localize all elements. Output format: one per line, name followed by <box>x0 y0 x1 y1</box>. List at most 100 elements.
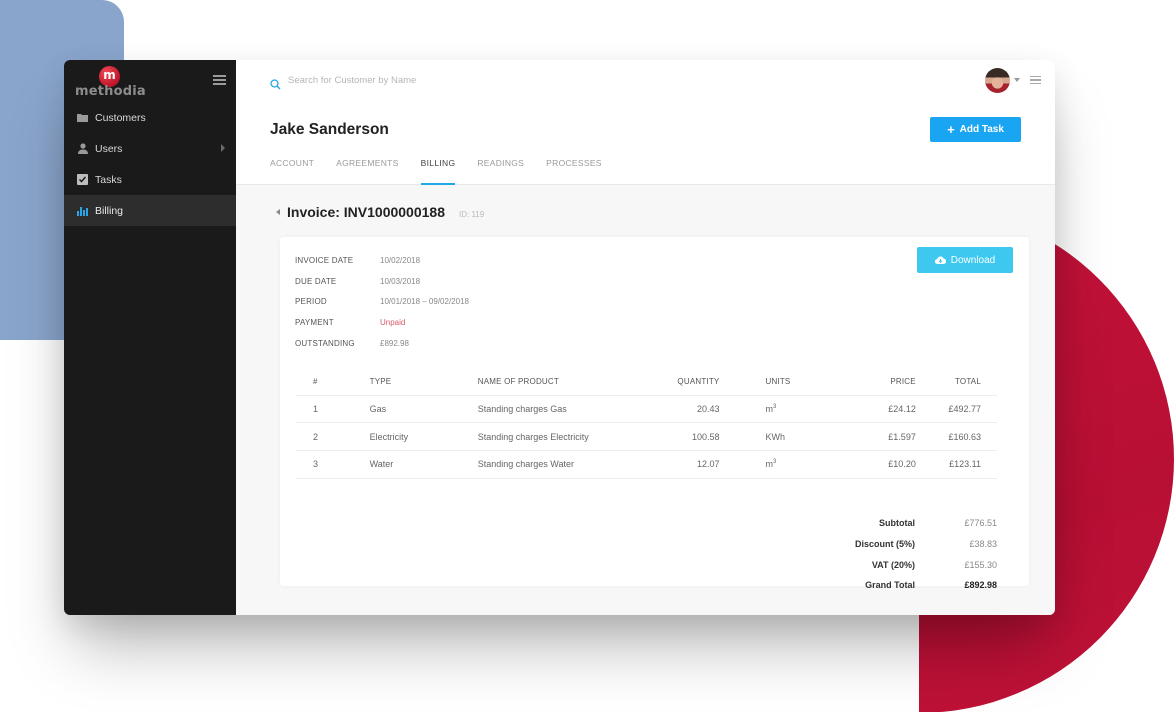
main-content: Jake Sanderson + Add Task ACCOUNT AGREEM… <box>236 60 1055 615</box>
avatar[interactable] <box>985 68 1010 93</box>
back-arrow-icon[interactable] <box>276 209 280 215</box>
meta-label: OUTSTANDING <box>295 338 355 348</box>
caret-down-icon[interactable] <box>1014 78 1020 82</box>
invoice-id: ID: 119 <box>459 210 485 219</box>
unit-exponent: 3 <box>772 403 777 410</box>
cell-total: £123.11 <box>915 450 997 479</box>
cell-quantity: 20.43 <box>644 395 720 424</box>
cell-price: £10.20 <box>828 450 916 479</box>
sidebar-item-tasks[interactable]: Tasks <box>64 164 236 195</box>
app-window: m methodia Customers Users Tasks Billing… <box>64 60 1055 615</box>
invoice-heading: Invoice: INV1000000188 <box>287 204 445 220</box>
meta-value: £892.98 <box>380 338 409 348</box>
column-header: TYPE <box>369 369 478 396</box>
sidebar-menu-toggle-icon[interactable] <box>213 75 226 85</box>
summary-subtotal: Subtotal £776.51 <box>765 513 997 534</box>
meta-due-date: DUE DATE 10/03/2018 <box>295 271 469 292</box>
cell-num: 3 <box>296 450 370 479</box>
tab-bar: ACCOUNT AGREEMENTS BILLING READINGS PROC… <box>270 158 624 185</box>
tab-readings[interactable]: READINGS <box>477 158 524 185</box>
meta-outstanding: OUTSTANDING £892.98 <box>295 333 469 354</box>
tab-account[interactable]: ACCOUNT <box>270 158 314 185</box>
meta-value: 10/03/2018 <box>380 276 421 286</box>
search-bar <box>270 75 508 90</box>
cell-units: m3 <box>719 395 829 424</box>
sidebar-item-label: Customers <box>95 111 146 124</box>
unit-base: KWh <box>765 431 785 442</box>
cloud-download-icon <box>934 256 946 264</box>
unit-base: m <box>765 403 773 414</box>
sidebar-item-billing[interactable]: Billing <box>64 195 236 226</box>
column-header: UNITS <box>719 369 829 396</box>
sidebar-item-label: Tasks <box>95 173 122 186</box>
chevron-right-icon <box>221 144 225 152</box>
cell-type: Water <box>369 450 478 479</box>
add-task-button[interactable]: + Add Task <box>930 117 1021 142</box>
cell-units: m3 <box>719 450 829 479</box>
invoice-meta: INVOICE DATE 10/02/2018 DUE DATE 10/03/2… <box>295 250 469 353</box>
summary-value: £155.30 <box>964 559 997 570</box>
summary-vat: VAT (20%) £155.30 <box>765 554 997 575</box>
cell-name: Standing charges Electricity <box>477 422 645 451</box>
payment-status-badge: Unpaid <box>380 317 406 327</box>
menu-icon[interactable] <box>1030 76 1041 85</box>
unit-exponent: 3 <box>772 459 777 466</box>
cell-total: £160.63 <box>915 422 997 451</box>
brand-logo[interactable]: m methodia <box>75 66 146 100</box>
column-header: TOTAL <box>915 369 997 396</box>
meta-period: PERIOD 10/01/2018 – 09/02/2018 <box>295 291 469 312</box>
table-header-row: # TYPE NAME OF PRODUCT QUANTITY UNITS PR… <box>296 369 997 396</box>
add-task-label: Add Task <box>959 124 1004 135</box>
sidebar: m methodia Customers Users Tasks Billing <box>64 60 236 615</box>
summary-value: £776.51 <box>964 518 997 529</box>
tab-agreements[interactable]: AGREEMENTS <box>336 158 399 185</box>
column-header: PRICE <box>828 369 916 396</box>
search-icon <box>270 75 281 90</box>
cell-type: Gas <box>369 395 478 424</box>
meta-value: 10/02/2018 <box>380 255 421 265</box>
cell-num: 1 <box>296 395 370 424</box>
summary-value: £38.83 <box>969 539 997 550</box>
table-row: 2 Electricity Standing charges Electrici… <box>296 422 997 451</box>
tab-processes[interactable]: PROCESSES <box>546 158 602 185</box>
cell-total: £492.77 <box>915 395 997 424</box>
cell-quantity: 12.07 <box>644 450 720 479</box>
user-icon <box>77 143 88 154</box>
meta-value: 10/01/2018 – 09/02/2018 <box>380 297 469 307</box>
cell-quantity: 100.58 <box>644 422 720 451</box>
sidebar-item-label: Billing <box>95 204 124 217</box>
cell-type: Electricity <box>369 422 478 451</box>
summary-label: VAT (20%) <box>871 559 915 570</box>
table-row: 1 Gas Standing charges Gas 20.43 m3 £24.… <box>296 395 997 424</box>
cell-name: Standing charges Gas <box>477 395 645 424</box>
summary-label: Grand Total <box>865 580 915 591</box>
checkbox-icon <box>77 174 88 185</box>
summary-discount: Discount (5%) £38.83 <box>765 534 997 555</box>
summary-grand-total: Grand Total £892.98 <box>765 575 997 596</box>
search-input[interactable] <box>288 75 508 86</box>
meta-label: PERIOD <box>295 297 327 307</box>
meta-label: DUE DATE <box>295 276 337 286</box>
meta-invoice-date: INVOICE DATE 10/02/2018 <box>295 250 469 271</box>
column-header: NAME OF PRODUCT <box>477 369 645 396</box>
sidebar-item-customers[interactable]: Customers <box>64 102 236 133</box>
bar-chart-icon <box>77 205 88 216</box>
page-title: Jake Sanderson <box>270 121 389 138</box>
plus-icon: + <box>947 122 955 137</box>
invoice-summary: Subtotal £776.51 Discount (5%) £38.83 VA… <box>765 513 997 596</box>
cell-price: £1.597 <box>828 422 916 451</box>
summary-label: Subtotal <box>879 518 915 529</box>
column-header: QUANTITY <box>644 369 720 396</box>
invoice-items-table: # TYPE NAME OF PRODUCT QUANTITY UNITS PR… <box>296 369 997 479</box>
sidebar-nav: Customers Users Tasks Billing <box>64 102 236 226</box>
cell-num: 2 <box>296 422 370 451</box>
sidebar-item-users[interactable]: Users <box>64 133 236 164</box>
cell-price: £24.12 <box>828 395 916 424</box>
column-header: # <box>296 369 370 396</box>
tab-billing[interactable]: BILLING <box>420 158 456 185</box>
download-button[interactable]: Download <box>917 247 1013 273</box>
meta-label: INVOICE DATE <box>295 255 354 265</box>
summary-value: £892.98 <box>964 580 997 591</box>
cell-name: Standing charges Water <box>477 450 645 479</box>
unit-base: m <box>765 459 773 470</box>
